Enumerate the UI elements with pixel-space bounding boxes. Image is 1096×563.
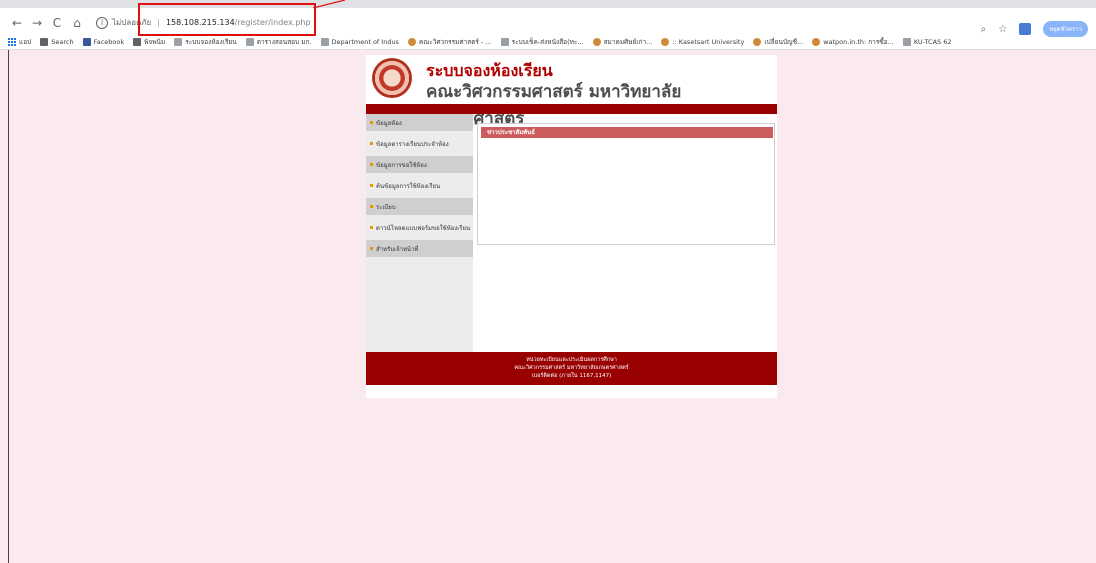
bookmark-item[interactable]: ระบบจองห้องเรียน: [174, 37, 237, 47]
bookmark-item[interactable]: watpon.in.th: การซื้อ...: [812, 37, 894, 47]
back-icon[interactable]: ←: [8, 16, 26, 30]
page-icon: [174, 38, 183, 46]
home-icon[interactable]: ⌂: [68, 16, 86, 30]
bookmark-label: สมาคมศิษย์เก่า...: [603, 38, 653, 46]
sidebar-menu-label: ค้นข้อมูลการใช้ห้องเรียน: [376, 182, 441, 190]
university-seal-icon: [372, 58, 412, 98]
info-icon[interactable]: i: [96, 16, 108, 29]
bookmarks-bar: แอป Search Facebook พิจพนิม ระบบจองห้องเรียน…: [0, 35, 1096, 49]
site-header: ระบบจองห้องเรียน คณะวิศวกรรมศาสตร์ มหาวิ…: [366, 55, 777, 129]
site-icon: [592, 38, 601, 46]
bookmark-item[interactable]: พิจพนิม: [133, 37, 165, 47]
bullet-icon: [370, 163, 373, 166]
bullet-icon: [370, 247, 373, 250]
bookmark-label: เปลี่ยนบัญชี...: [764, 38, 804, 46]
bookmark-item[interactable]: Search: [40, 38, 74, 46]
bookmark-label: KU-TCAS 62: [913, 38, 952, 46]
registration-page: ระบบจองห้องเรียน คณะวิศวกรรมศาสตร์ มหาวิ…: [366, 55, 777, 398]
page-icon: [902, 38, 911, 46]
site-icon: [753, 38, 762, 46]
bookmark-label: พิจพนิม: [144, 38, 166, 46]
page-icon: [320, 38, 329, 46]
bookmark-label: watpon.in.th: การซื้อ...: [823, 38, 894, 46]
page-icon: [245, 38, 254, 46]
star-icon[interactable]: ☆: [998, 24, 1007, 35]
bullet-icon: [370, 184, 373, 187]
bookmark-label: คณะวิศวกรรมศาสตร์ - ...: [418, 38, 492, 46]
news-panel: ข่าวประชาสัมพันธ์: [477, 123, 775, 245]
forward-icon[interactable]: →: [28, 16, 46, 30]
footer-line-1: หน่วยทะเบียนและประเมินผลการศึกษา: [526, 357, 617, 363]
sidebar-menu-item[interactable]: ข้อมูลตารางเรียนประจำห้อง: [366, 135, 473, 152]
bookmark-icon: [133, 38, 142, 46]
chrome-divider: [0, 49, 1096, 50]
bookmark-item[interactable]: ระบบเช็ค-ส่งหนังสือ(ทะ...: [500, 37, 584, 47]
footer-line-2: คณะวิศวกรรมศาสตร์ มหาวิทยาลัยเกษตรศาสตร์: [514, 365, 629, 371]
site-icon: [661, 38, 670, 46]
reload-icon[interactable]: C: [48, 16, 66, 30]
sidebar-menu-label: ข้อมูลตารางเรียนประจำห้อง: [376, 140, 449, 148]
apps-icon: [8, 38, 16, 46]
bookmark-label: ระบบเช็ค-ส่งหนังสือ(ทะ...: [511, 38, 584, 46]
sidebar-menu-label: ข้อมูลห้อง: [376, 119, 402, 127]
url-highlight-box: [138, 3, 316, 36]
bullet-icon: [370, 142, 373, 145]
bookmark-label: Facebook: [93, 38, 125, 46]
header-bar: [366, 104, 777, 114]
bookmark-item[interactable]: :: Kasetsart University: [661, 38, 744, 46]
bookmark-item[interactable]: แอป: [8, 37, 31, 47]
sidebar-menu-label: ดาวน์โหลดแบบฟอร์มขอใช้ห้องเรียน: [376, 224, 471, 232]
bullet-icon: [370, 121, 373, 124]
bookmark-item[interactable]: KU-TCAS 62: [902, 38, 952, 46]
site-icon: [812, 38, 821, 46]
facebook-icon: [82, 38, 91, 46]
bookmark-item[interactable]: คณะวิศวกรรมศาสตร์ - ...: [407, 37, 492, 47]
footer-line-3: เบอร์ติดต่อ (ภายใน 1167,1147): [531, 373, 612, 379]
news-heading: ข่าวประชาสัมพันธ์: [481, 127, 773, 138]
sidebar-menu-item[interactable]: ระเบียบ: [366, 198, 473, 215]
bookmark-item[interactable]: เปลี่ยนบัญชี...: [753, 37, 803, 47]
sidebar-menu-label: ระเบียบ: [376, 203, 396, 211]
bookmark-label: แอป: [19, 38, 32, 46]
sidebar-menu: ข้อมูลห้องข้อมูลตารางเรียนประจำห้องข้อมู…: [366, 114, 473, 352]
sidebar-menu-item[interactable]: ข้อมูลการขอใช้ห้อง: [366, 156, 473, 173]
extension-icon[interactable]: [1019, 23, 1032, 35]
bullet-icon: [370, 205, 373, 208]
browser-chrome: ← → C ⌂ i ไม่ปลอดภัย | 158.108.215.134/r…: [0, 0, 1096, 50]
sidebar-menu-item[interactable]: ค้นข้อมูลการใช้ห้องเรียน: [366, 177, 473, 194]
bookmark-label: ตารางสอนสอบ มก.: [256, 38, 312, 46]
bookmark-item[interactable]: ตารางสอนสอบ มก.: [245, 37, 312, 47]
sidebar-menu-label: ข้อมูลการขอใช้ห้อง: [376, 161, 427, 169]
site-icon: [407, 38, 416, 46]
bullet-icon: [370, 226, 373, 229]
sidebar-menu-item[interactable]: ดาวน์โหลดแบบฟอร์มขอใช้ห้องเรียน: [366, 219, 473, 236]
bookmark-label: Department of Indus: [331, 38, 399, 46]
bookmark-label: Search: [51, 38, 74, 46]
page-icon: [500, 38, 509, 46]
sidebar-menu-item[interactable]: สำหรับเจ้าหน้าที่: [366, 240, 473, 257]
annotation-arrow: [313, 0, 345, 8]
search-icon: [40, 38, 49, 46]
bookmark-item[interactable]: Facebook: [82, 38, 125, 46]
bookmark-item[interactable]: สมาคมศิษย์เก่า...: [592, 37, 653, 47]
sidebar-menu-label: สำหรับเจ้าหน้าที่: [376, 245, 419, 253]
site-footer: หน่วยทะเบียนและประเมินผลการศึกษา คณะวิศว…: [366, 352, 777, 385]
nav-buttons: ← → C ⌂: [8, 16, 86, 30]
zoom-icon[interactable]: ⌕: [981, 24, 987, 35]
sidebar-menu-item[interactable]: ข้อมูลห้อง: [366, 114, 473, 131]
bookmark-label: ระบบจองห้องเรียน: [185, 38, 237, 46]
window-edge: [8, 50, 9, 563]
bookmark-label: :: Kasetsart University: [672, 38, 745, 46]
bookmark-item[interactable]: Department of Indus: [320, 38, 399, 46]
